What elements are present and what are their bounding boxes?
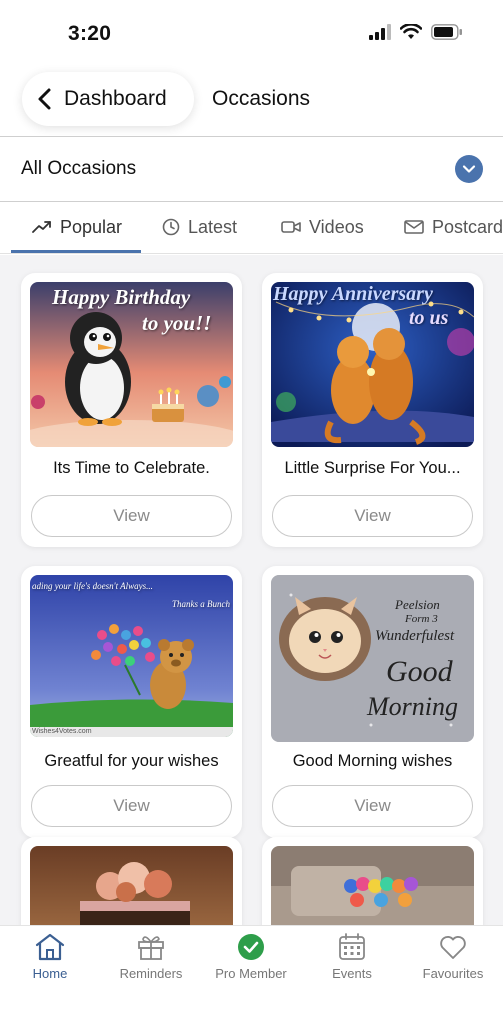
card-image-text: Thanks a Bunch: [172, 599, 230, 609]
card-image-cake[interactable]: [30, 846, 233, 925]
status-time: 3:20: [68, 22, 112, 45]
battery-icon: [431, 24, 462, 40]
video-icon: [281, 221, 301, 233]
card-image-text: Morning: [367, 692, 458, 721]
view-button[interactable]: View: [31, 495, 232, 537]
card-image-text: Form 3: [405, 613, 438, 625]
tab-latest-label: Latest: [188, 216, 238, 237]
tab-postcard[interactable]: Postcard: [404, 202, 503, 252]
back-button-label: Dashboard: [64, 87, 167, 110]
mail-icon: [404, 220, 424, 234]
bottom-nav: Home Reminders Pro Member Events Favouri…: [0, 925, 503, 1024]
card-image-birthday[interactable]: Happy Birthday to you!!: [30, 282, 233, 447]
calendar-icon: [339, 933, 365, 960]
nav-events[interactable]: Events: [302, 932, 402, 981]
nav-events-label: Events: [332, 966, 372, 981]
nav-home-label: Home: [32, 966, 68, 981]
signal-icon: [369, 24, 391, 40]
card-image-text: to us: [409, 307, 449, 329]
gift-icon: [138, 936, 164, 960]
card-image-text: Happy Birthday: [52, 285, 191, 309]
check-badge-icon: [238, 934, 264, 960]
tab-popular[interactable]: Popular: [32, 202, 122, 252]
card-title: Its Time to Celebrate.: [53, 459, 210, 477]
card-image-grateful[interactable]: ading your life's doesn't Always... Than…: [30, 575, 233, 737]
chevron-left-icon: [38, 88, 51, 110]
status-bar: 3:20: [0, 0, 503, 62]
card-image-anniversary[interactable]: Happy Anniversary to us: [271, 282, 474, 447]
card-image-good-morning[interactable]: Peelsion Form 3 Wunderfulest Good Mornin…: [271, 575, 474, 742]
nav-reminders-label: Reminders: [119, 966, 183, 981]
tab-popular-label: Popular: [60, 216, 123, 237]
wifi-icon: [400, 24, 422, 39]
nav-pro-member[interactable]: Pro Member: [201, 932, 301, 981]
balloon-animals-image: [271, 846, 474, 925]
clock-icon: [162, 218, 180, 236]
occasion-card[interactable]: [21, 837, 242, 925]
occasion-card[interactable]: ading your life's doesn't Always... Than…: [21, 566, 242, 838]
occasion-card[interactable]: Happy Birthday to you!! Its Time to Cele…: [21, 273, 242, 547]
nav-favourites[interactable]: Favourites: [403, 932, 503, 981]
nav-reminders[interactable]: Reminders: [101, 932, 201, 981]
app-header: Dashboard Occasions: [0, 62, 503, 136]
trending-icon: [32, 221, 51, 233]
filter-dropdown-button[interactable]: [455, 155, 483, 183]
chevron-down-icon: [462, 165, 476, 173]
card-image-text: Happy Anniversary: [273, 283, 433, 305]
view-button[interactable]: View: [272, 785, 473, 827]
card-title: Little Surprise For You...: [284, 459, 461, 477]
card-image-text: ading your life's doesn't Always...: [32, 581, 153, 591]
occasion-card[interactable]: [262, 837, 483, 925]
tab-videos-label: Videos: [309, 216, 364, 237]
nav-home[interactable]: Home: [0, 932, 100, 981]
heart-icon: [440, 935, 466, 959]
tab-videos[interactable]: Videos: [281, 202, 364, 252]
view-button[interactable]: View: [31, 785, 232, 827]
flower-cake-image: [30, 846, 233, 925]
occasion-filter-label: All Occasions: [21, 158, 137, 179]
tab-latest[interactable]: Latest: [162, 202, 237, 252]
back-button[interactable]: Dashboard: [22, 72, 194, 126]
nav-pro-member-label: Pro Member: [215, 966, 287, 981]
occasion-filter[interactable]: All Occasions: [0, 137, 503, 201]
status-icons: [369, 24, 463, 40]
occasion-card[interactable]: Peelsion Form 3 Wunderfulest Good Mornin…: [262, 566, 483, 838]
card-image-balloons[interactable]: [271, 846, 474, 925]
tab-postcard-label: Postcard: [432, 216, 503, 237]
nav-favourites-label: Favourites: [422, 966, 484, 981]
occasion-grid: Happy Birthday to you!! Its Time to Cele…: [0, 255, 503, 925]
tabs-divider: [0, 253, 503, 254]
occasion-card[interactable]: Happy Anniversary to us Little Surprise …: [262, 273, 483, 547]
card-image-text: Peelsion: [395, 597, 440, 612]
card-title: Greatful for your wishes: [44, 752, 219, 770]
card-image-watermark: Wishes4Votes.com: [32, 728, 92, 735]
card-image-text: to you!!: [142, 311, 212, 335]
page-title: Occasions: [212, 87, 311, 110]
card-title: Good Morning wishes: [292, 752, 453, 770]
card-image-text: Wunderfulest: [375, 628, 455, 644]
category-tabs: Popular Latest Videos Postcard: [0, 202, 503, 254]
view-button[interactable]: View: [272, 495, 473, 537]
card-image-text: Good: [386, 655, 453, 688]
home-icon: [35, 933, 65, 961]
